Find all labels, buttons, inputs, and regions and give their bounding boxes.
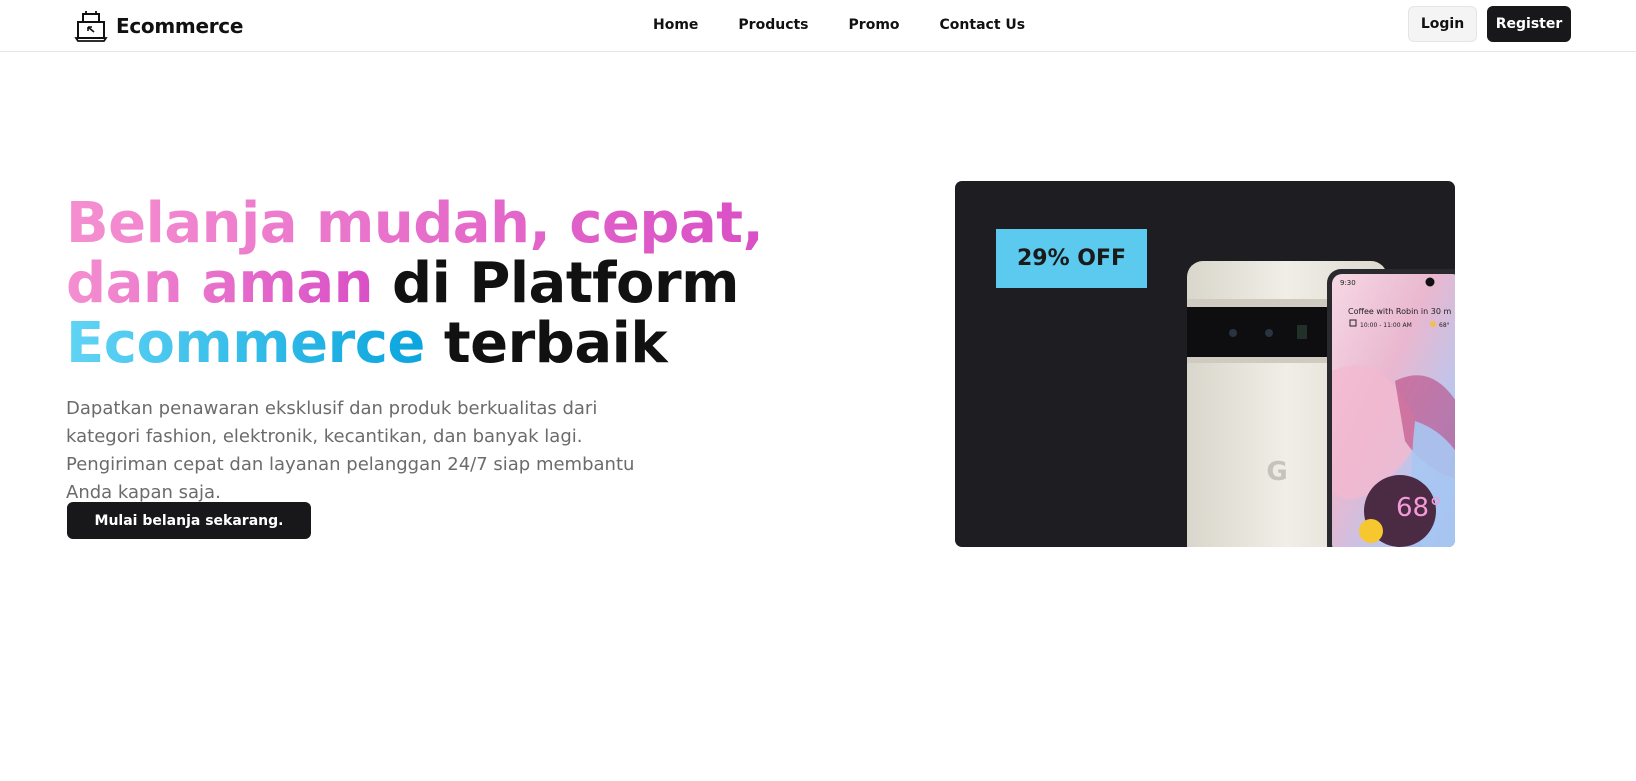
- hero-title: Belanja mudah, cepat, dan aman di Platfo…: [66, 194, 786, 374]
- start-shopping-button[interactable]: Mulai belanja sekarang.: [67, 502, 311, 539]
- main-nav: Home Products Promo Contact Us: [653, 15, 1065, 35]
- hero-title-text-2: terbaik: [424, 311, 668, 376]
- svg-text:G: G: [1266, 457, 1287, 487]
- brand-link[interactable]: Ecommerce: [74, 9, 243, 43]
- navbar: Ecommerce Home Products Promo Contact Us…: [0, 0, 1636, 52]
- phone-event: Coffee with Robin in 30 m: [1348, 307, 1451, 316]
- auth-actions: Login Register: [1408, 6, 1571, 42]
- phone-temp-small: 68°: [1439, 322, 1450, 329]
- nav-home[interactable]: Home: [653, 15, 698, 35]
- hero-description: Dapatkan penawaran eksklusif dan produk …: [66, 398, 635, 503]
- phone-time: 9:30: [1340, 279, 1356, 287]
- phone-event-time: 10:00 - 11:00 AM: [1360, 322, 1412, 329]
- hero-title-highlight-pink-2: dan aman: [66, 251, 374, 316]
- promo-banner[interactable]: G 9:30 Coffee with Robin in 30 m 10:00 -…: [955, 181, 1455, 547]
- discount-badge: 29% OFF: [996, 229, 1147, 288]
- register-button[interactable]: Register: [1487, 6, 1571, 42]
- hero-title-highlight-cyan: Ecommerce: [66, 311, 425, 376]
- nav-contact-us[interactable]: Contact Us: [940, 15, 1026, 35]
- shopping-bag-icon: [74, 11, 108, 42]
- brand-name: Ecommerce: [116, 14, 244, 38]
- hero-title-text: di Platform: [373, 251, 739, 316]
- nav-products[interactable]: Products: [738, 15, 808, 35]
- login-button[interactable]: Login: [1408, 6, 1477, 42]
- nav-promo[interactable]: Promo: [849, 15, 900, 35]
- phone-temp: 68°: [1396, 493, 1442, 523]
- hero-title-highlight-pink: Belanja mudah, cepat,: [66, 191, 764, 256]
